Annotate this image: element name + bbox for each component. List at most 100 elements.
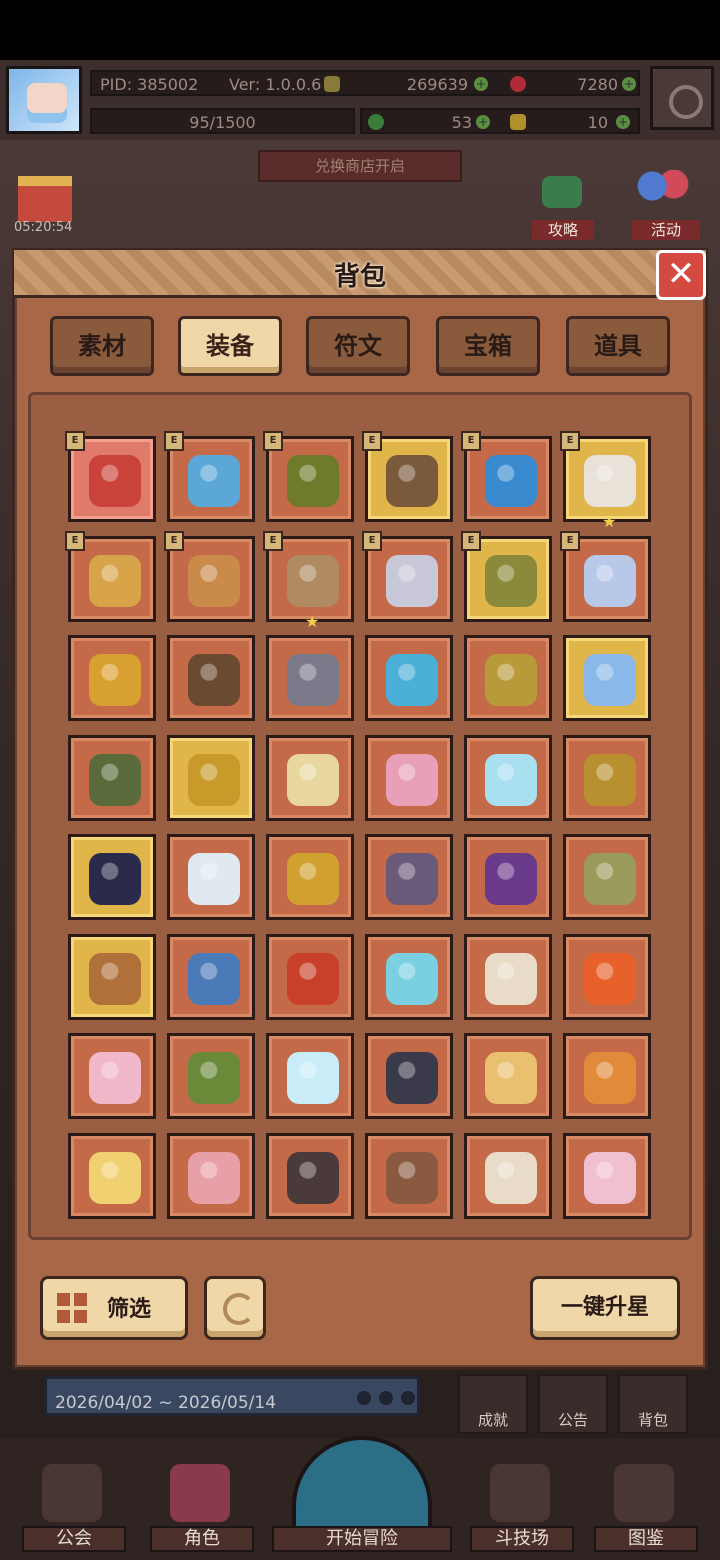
guide-button[interactable]: 攻略 [532,176,594,242]
inventory-slot[interactable]: E ★ [560,431,651,531]
gift-icon[interactable] [18,176,72,222]
inventory-slot[interactable]: E [560,530,651,622]
tab-equipment[interactable]: 装备 [178,316,282,376]
add-clover-icon[interactable]: + [476,115,490,129]
add-key-icon[interactable]: + [616,115,630,129]
flower-glove-icon [89,853,141,905]
winged-heart-icon [584,1151,636,1204]
inventory-slot[interactable] [68,834,156,920]
close-button[interactable]: ✕ [656,250,706,300]
equipped-badge: E [164,530,184,551]
inventory-slot[interactable]: E [263,431,354,522]
nav-arena[interactable]: 斗技场 [470,1460,574,1556]
inventory-slot[interactable] [563,1033,651,1119]
add-gold-icon[interactable]: + [474,77,488,91]
inventory-slot[interactable]: E [65,431,156,522]
inventory-slot[interactable] [266,734,354,821]
add-gem-icon[interactable]: + [622,77,636,91]
grid-icon [57,1293,87,1323]
inventory-slot[interactable] [563,933,651,1020]
inventory-slot[interactable] [167,933,255,1020]
inventory-slot[interactable]: E [362,530,453,622]
inventory-slot[interactable] [365,734,453,821]
equipped-badge: E [560,431,580,451]
inventory-slot[interactable] [365,1033,453,1119]
inventory-slot[interactable] [464,834,552,920]
gold-armor-icon [584,753,636,806]
inventory-slot[interactable] [563,734,651,821]
scepter-icon [188,455,240,507]
inventory-slot[interactable] [68,1033,156,1119]
inventory-slot[interactable] [563,1132,651,1219]
inventory-slot[interactable]: E [65,530,156,622]
tab-chests[interactable]: 宝箱 [436,316,540,376]
settings-button[interactable] [650,66,714,130]
inventory-slot[interactable]: E [362,431,453,522]
filter-button[interactable]: 筛选 [40,1276,188,1340]
silver-collar-icon [386,554,438,607]
bronze-ring-icon [89,952,141,1005]
inventory-slot[interactable]: E [461,431,552,522]
pot-icon [89,455,141,507]
gold-coin-icon [324,76,340,92]
refresh-button[interactable] [204,1276,266,1340]
inventory-slot[interactable] [167,1132,255,1219]
inventory-slot[interactable] [266,1132,354,1219]
achievements-button[interactable]: 成就 [458,1374,528,1434]
nav-start-adventure[interactable]: 开始冒险 [272,1436,452,1556]
nav-codex[interactable]: 图鉴 [594,1460,698,1556]
inventory-slot[interactable] [464,635,552,721]
inventory-slot[interactable] [563,635,651,721]
staff-icon [188,654,240,706]
events-button[interactable]: 活动 [622,170,710,242]
inventory-slot[interactable] [365,1132,453,1219]
star-icon: ★ [602,512,617,531]
inventory-slot[interactable]: E ★ [263,530,354,631]
inventory-slot[interactable] [365,933,453,1020]
tab-items[interactable]: 道具 [566,316,670,376]
guide-label: 攻略 [532,220,594,240]
inventory-slot[interactable] [464,1132,552,1219]
page-dot [357,1391,371,1405]
spear-icon [485,654,537,706]
inventory-slot[interactable] [167,734,255,821]
inventory-slot[interactable] [464,1033,552,1119]
inventory-slot[interactable] [68,635,156,721]
inventory-slot[interactable] [266,933,354,1020]
inventory-slot[interactable]: E [164,530,255,622]
inventory-slot[interactable] [68,734,156,821]
equipped-badge: E [65,431,85,451]
inventory-slot[interactable] [266,635,354,721]
inventory-slot[interactable] [266,834,354,920]
inventory-slot[interactable] [167,1033,255,1119]
inventory-slot[interactable] [365,635,453,721]
cloth-boots-icon [485,952,537,1005]
equipped-badge: E [461,431,481,451]
inventory-slot[interactable] [266,1033,354,1119]
inventory-slot[interactable] [464,734,552,821]
inventory-slot[interactable] [68,1132,156,1219]
inventory-slot[interactable] [68,933,156,1020]
brown-pendant-icon [386,1151,438,1204]
inventory-slot[interactable]: E [164,431,255,522]
event-date-range: 2026/04/02 ~ 2026/05/14 [55,1393,277,1413]
announcements-button[interactable]: 公告 [538,1374,608,1434]
inventory-slot[interactable] [167,635,255,721]
backpack-shortcut-button[interactable]: 背包 [618,1374,688,1434]
equipped-badge: E [164,431,184,451]
backpack-shortcut-label: 背包 [637,1411,668,1429]
one-click-upgrade-button[interactable]: 一键升星 [530,1276,680,1340]
player-avatar[interactable] [6,66,82,134]
book-icon [614,1464,674,1522]
nav-character[interactable]: 角色 [150,1460,254,1556]
inventory-slot[interactable] [563,834,651,920]
inventory-slot[interactable] [464,933,552,1020]
inventory-slot[interactable] [365,834,453,920]
avatar-face [27,83,67,123]
inventory-slot[interactable] [167,834,255,920]
tab-materials[interactable]: 素材 [50,316,154,376]
inventory-slot[interactable]: E [461,530,552,622]
tab-runes[interactable]: 符文 [306,316,410,376]
nav-guild[interactable]: 公会 [22,1460,126,1556]
exchange-shop-banner[interactable]: 兑换商店开启 [258,150,462,182]
